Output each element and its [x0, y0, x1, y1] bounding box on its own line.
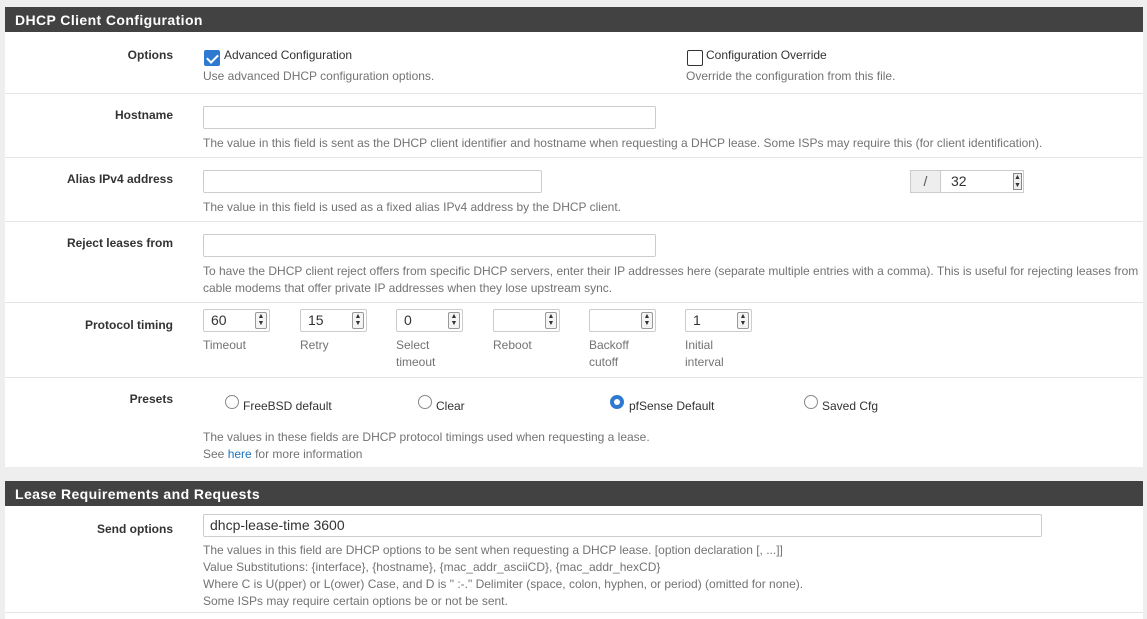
preset-freebsd-label[interactable]: FreeBSD default: [243, 399, 332, 413]
send-options-input[interactable]: dhcp-lease-time 3600: [203, 514, 1042, 537]
send-options-label: Send options: [97, 522, 173, 536]
panel-title: Lease Requirements and Requests: [5, 481, 1143, 506]
presets-help-line2: See here for more information: [203, 447, 363, 461]
preset-saved-radio[interactable]: [804, 395, 818, 409]
preset-freebsd-radio[interactable]: [225, 395, 239, 409]
backoff-cutoff-label: Backoff cutoff: [589, 338, 629, 369]
alias-help: The value in this field is used as a fix…: [203, 200, 621, 214]
select-timeout-label: Select timeout: [396, 338, 436, 369]
reboot-spinner[interactable]: ▲ ▼: [493, 309, 560, 332]
preset-saved-label[interactable]: Saved Cfg: [822, 399, 878, 413]
timing-label: Protocol timing: [85, 318, 173, 332]
spinner-arrows-icon[interactable]: ▲ ▼: [641, 312, 653, 329]
config-override-checkbox[interactable]: [687, 50, 703, 66]
advanced-config-help: Use advanced DHCP configuration options.: [203, 69, 435, 83]
chevron-updown-icon: ▲ ▼: [1013, 173, 1022, 190]
retry-label: Retry: [300, 338, 329, 352]
advanced-config-label[interactable]: Advanced Configuration: [224, 48, 352, 62]
spinner-arrows-icon[interactable]: ▲ ▼: [352, 312, 364, 329]
config-override-label[interactable]: Configuration Override: [706, 48, 827, 62]
spinner-arrows-icon[interactable]: ▲ ▼: [255, 312, 267, 329]
spinner-arrows-icon[interactable]: ▲ ▼: [737, 312, 749, 329]
initial-interval-spinner[interactable]: 1 ▲ ▼: [685, 309, 752, 332]
hostname-row: Hostname The value in this field is sent…: [5, 94, 1143, 158]
presets-help-line1: The values in these fields are DHCP prot…: [203, 430, 650, 444]
config-override-help: Override the configuration from this fil…: [686, 69, 896, 83]
options-label: Options: [127, 48, 173, 62]
presets-here-link[interactable]: here: [228, 447, 252, 461]
initial-interval-label: Initial interval: [685, 338, 724, 369]
timeout-spinner[interactable]: 60 ▲ ▼: [203, 309, 270, 332]
reject-row: Reject leases from To have the DHCP clie…: [5, 222, 1143, 303]
presets-row: Presets FreeBSD default Clear pfSense De…: [5, 378, 1143, 467]
hostname-help: The value in this field is sent as the D…: [203, 136, 1043, 150]
timeout-label: Timeout: [203, 338, 246, 352]
preset-pfsense-label[interactable]: pfSense Default: [629, 399, 714, 413]
backoff-cutoff-spinner[interactable]: ▲ ▼: [589, 309, 656, 332]
spinner-arrows-icon[interactable]: ▲ ▼: [545, 312, 557, 329]
spinner-arrows-icon[interactable]: ▲ ▼: [448, 312, 460, 329]
reboot-label: Reboot: [493, 338, 532, 352]
reject-help-line2: cable modems that offer private IP addre…: [203, 281, 613, 295]
subnet-slash-addon: /: [910, 170, 941, 193]
select-timeout-spinner[interactable]: 0 ▲ ▼: [396, 309, 463, 332]
dhcp-client-panel: DHCP Client Configuration Options Advanc…: [5, 7, 1143, 467]
reject-leases-input[interactable]: [203, 234, 656, 257]
alias-ipv4-input[interactable]: [203, 170, 542, 193]
panel-title: DHCP Client Configuration: [5, 7, 1143, 32]
alias-row: Alias IPv4 address / 32 ▲ ▼ The value in …: [5, 158, 1143, 222]
alias-label: Alias IPv4 address: [66, 172, 173, 186]
preset-clear-radio[interactable]: [418, 395, 432, 409]
lease-requirements-panel: Lease Requirements and Requests Send opt…: [5, 481, 1143, 619]
options-row: Options Advanced Configuration Use advan…: [5, 32, 1143, 94]
send-options-help-line1: The values in this field are DHCP option…: [203, 543, 783, 557]
hostname-label: Hostname: [114, 108, 173, 122]
timing-row: Protocol timing 60 ▲ ▼ Timeout 15 ▲ ▼ Retr…: [5, 303, 1143, 378]
retry-spinner[interactable]: 15 ▲ ▼: [300, 309, 367, 332]
subnet-value: 32: [951, 173, 967, 189]
send-options-help-line2: Value Substitutions: {interface}, {hostn…: [203, 560, 661, 574]
preset-pfsense-radio[interactable]: [610, 395, 624, 409]
reject-label: Reject leases from: [66, 236, 173, 250]
subnet-select[interactable]: 32 ▲ ▼: [940, 170, 1024, 193]
send-options-row: Send options dhcp-lease-time 3600 The va…: [5, 506, 1143, 613]
hostname-input[interactable]: [203, 106, 656, 129]
send-options-help-line4: Some ISPs may require certain options be…: [203, 594, 508, 608]
reject-help-line1: To have the DHCP client reject offers fr…: [203, 264, 1139, 278]
presets-label: Presets: [129, 392, 173, 406]
preset-clear-label[interactable]: Clear: [436, 399, 465, 413]
advanced-config-checkbox[interactable]: [204, 50, 220, 66]
send-options-help-line3: Where C is U(pper) or L(ower) Case, and …: [203, 577, 804, 591]
